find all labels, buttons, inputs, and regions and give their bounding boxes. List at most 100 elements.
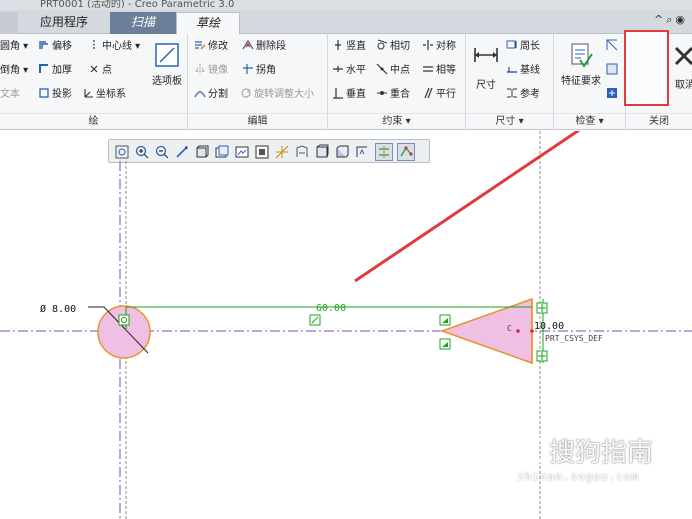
centerline-button[interactable]: 中心线 ▾ <box>88 38 140 56</box>
coincident-constraint-label: 重合 <box>390 89 410 100</box>
mirror-button[interactable]: 镜像 <box>194 62 228 80</box>
sketch-circle[interactable] <box>97 305 151 359</box>
diameter-dimension-text[interactable]: Ø 8.00 <box>40 303 76 315</box>
divide-button[interactable]: 分割 <box>194 86 228 104</box>
height-dimension-text[interactable]: 10.00 <box>534 321 564 332</box>
group-dimension-label: 尺寸 <box>495 116 516 127</box>
cancel-button[interactable]: 取消 <box>670 42 692 91</box>
coordinate-system-icon <box>82 87 94 99</box>
parallel-constraint-icon <box>422 87 434 99</box>
baseline-button[interactable]: 基线 <box>506 62 540 80</box>
vertex-marker-top[interactable] <box>536 302 548 314</box>
point-button[interactable]: 点 <box>88 62 112 80</box>
sketch-canvas: Ø 8.00 60.00 10.00 PRT_CSYS_DEF C <box>0 131 692 519</box>
coincident-constraint-icon <box>376 87 388 99</box>
point-label: 点 <box>102 65 112 76</box>
group-constraint-label-wrap[interactable]: 约束 ▾ <box>328 113 465 129</box>
centerline-label: 中心线 <box>102 41 132 52</box>
tangent-constraint-label: 相切 <box>390 41 410 52</box>
delete-segment-icon <box>242 39 254 51</box>
palette-label: 选项板 <box>152 76 182 87</box>
coordinate-marker: C <box>507 324 512 333</box>
delete-segment-label: 删除段 <box>256 41 286 52</box>
angle-marker-top[interactable] <box>439 314 451 326</box>
feature-requirements-button[interactable]: 特征要求 <box>556 40 606 87</box>
vertical-constraint-button[interactable]: 竖直 <box>332 38 366 56</box>
corner-button[interactable]: 拐角 <box>242 62 276 80</box>
divide-label: 分割 <box>208 89 228 100</box>
fillet-button[interactable]: 圆角 ▾ <box>0 38 28 56</box>
group-dimension-label-wrap[interactable]: 尺寸 ▾ <box>466 113 553 129</box>
tab-sketch[interactable]: 草绘 <box>176 12 240 35</box>
callout-arrow-line <box>354 131 581 283</box>
reference-label: 参考 <box>520 89 540 100</box>
vertex-marker-bottom[interactable] <box>536 350 548 362</box>
delete-segment-button[interactable]: 删除段 <box>242 38 286 56</box>
csys-label: PRT_CSYS_DEF <box>545 334 603 343</box>
chamfer-label: 倒角 <box>0 65 20 76</box>
tangent-constraint-icon <box>376 39 388 51</box>
mirror-icon <box>194 63 206 75</box>
graphics-window[interactable]: Ø 8.00 60.00 10.00 PRT_CSYS_DEF C <box>0 131 692 519</box>
dimension-label: 尺寸 <box>476 80 496 91</box>
horizontal-constraint-icon <box>332 63 344 75</box>
horizontal-constraint-button[interactable]: 水平 <box>332 62 366 80</box>
palette-icon <box>152 40 182 70</box>
tab-applications[interactable]: 应用程序 <box>18 12 110 34</box>
project-icon <box>38 87 50 99</box>
collapse-ribbon-icon[interactable]: ^ <box>654 13 666 26</box>
group-dimension: 尺寸 周长 基线 参考 尺寸 ▾ <box>466 34 554 130</box>
vertical-constraint-icon <box>332 39 344 51</box>
symmetric-constraint-icon <box>422 39 434 51</box>
tab-model-stub[interactable] <box>0 12 18 34</box>
chamfer-button[interactable]: 倒角 ▾ <box>0 62 28 80</box>
project-button[interactable]: 投影 <box>38 86 72 104</box>
search-icon[interactable]: ⌕ <box>666 13 675 26</box>
midpoint-constraint-button[interactable]: 中点 <box>376 62 410 80</box>
ribbon-tab-bar: 应用程序 扫描 草绘 ^⌕◉ <box>0 10 692 35</box>
perimeter-button[interactable]: 周长 <box>506 38 540 56</box>
overlap-check-button[interactable] <box>606 38 620 56</box>
thicken-icon <box>38 63 50 75</box>
group-inspect-label-wrap[interactable]: 检查 ▾ <box>554 113 625 129</box>
coordinate-system-label: 坐标系 <box>96 89 126 100</box>
midpoint-constraint-label: 中点 <box>390 65 410 76</box>
parallel-constraint-button[interactable]: 平行 <box>422 86 456 104</box>
group-close-label: 关闭 <box>626 113 692 129</box>
perimeter-icon <box>506 39 518 51</box>
thicken-button[interactable]: 加厚 <box>38 62 72 80</box>
rotate-resize-label: 旋转调整大小 <box>254 89 314 100</box>
modify-button[interactable]: 修改 <box>194 38 228 56</box>
dimension-button[interactable]: 尺寸 <box>468 40 504 91</box>
tangent-constraint-button[interactable]: 相切 <box>376 38 410 56</box>
tab-sweep[interactable]: 扫描 <box>110 12 176 34</box>
coordinate-system-button[interactable]: 坐标系 <box>82 86 126 104</box>
offset-icon <box>38 39 50 51</box>
text-button[interactable]: 文本 <box>0 86 20 104</box>
equal-constraint-button[interactable]: 相等 <box>422 62 456 80</box>
rotate-resize-button[interactable]: 旋转调整大小 <box>240 86 314 104</box>
midpoint-constraint-icon <box>376 63 388 75</box>
group-edit: 修改 删除段 镜像 拐角 分割 旋转调整大小 编辑 <box>188 34 328 130</box>
help-icon[interactable]: ◉ <box>675 13 688 26</box>
fillet-label: 圆角 <box>0 41 20 52</box>
length-dimension-text[interactable]: 60.00 <box>316 303 346 314</box>
symmetric-constraint-button[interactable]: 对称 <box>422 38 456 56</box>
tangent-marker-1[interactable] <box>118 314 130 326</box>
midpoint-marker[interactable] <box>309 314 321 326</box>
reference-button[interactable]: 参考 <box>506 86 540 104</box>
centerline-icon <box>88 39 100 51</box>
vertex-point[interactable] <box>516 329 520 333</box>
offset-button[interactable]: 偏移 <box>38 38 72 56</box>
cancel-label: 取消 <box>675 80 692 91</box>
palette-button[interactable]: 选项板 <box>148 40 186 87</box>
coincident-constraint-button[interactable]: 重合 <box>376 86 410 104</box>
shade-closed-loops-button[interactable] <box>606 86 620 104</box>
perpendicular-constraint-button[interactable]: 垂直 <box>332 86 366 104</box>
divide-icon <box>194 87 206 99</box>
highlight-open-ends-button[interactable] <box>606 62 620 80</box>
window-title: PRT0001 (活动的) - Creo Parametric 3.0 <box>40 0 235 10</box>
text-label: 文本 <box>0 89 20 100</box>
angle-marker-bottom[interactable] <box>439 338 451 350</box>
corner-icon <box>242 63 254 75</box>
